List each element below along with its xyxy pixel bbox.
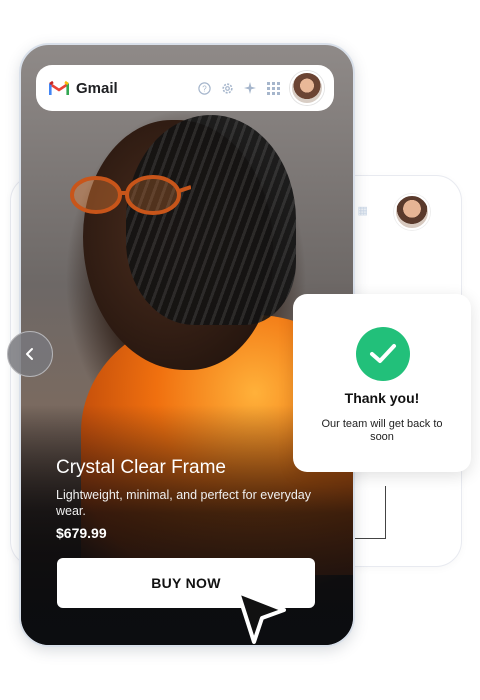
user-avatar[interactable] [290, 71, 324, 105]
chevron-left-icon [26, 348, 33, 360]
help-icon[interactable]: ? [197, 81, 211, 95]
svg-text:?: ? [202, 84, 207, 93]
confirmation-title: Thank you! [344, 390, 420, 406]
model-hair [126, 115, 296, 325]
success-check-icon [356, 327, 410, 381]
confirmation-message: Our team will get back to soon [321, 418, 443, 443]
previous-button[interactable] [7, 331, 53, 377]
glasses-image [70, 175, 191, 215]
confirmation-card: Thank you! Our team will get back to soo… [293, 294, 471, 472]
settings-icon[interactable] [220, 81, 234, 95]
app-title: Gmail [76, 79, 118, 97]
product-title: Crystal Clear Frame [56, 457, 226, 478]
product-price: $679.99 [56, 525, 107, 541]
header-icons: ? [197, 81, 280, 95]
mouse-cursor-icon [236, 590, 286, 644]
connector-line-vertical [385, 486, 386, 538]
app-header: Gmail ? [36, 65, 334, 111]
apps-grid-icon[interactable] [266, 81, 280, 95]
gmail-logo-icon [49, 80, 69, 95]
sparkle-icon[interactable] [243, 81, 257, 95]
product-description: Lightweight, minimal, and perfect for ev… [56, 488, 311, 518]
background-avatar [394, 194, 430, 230]
